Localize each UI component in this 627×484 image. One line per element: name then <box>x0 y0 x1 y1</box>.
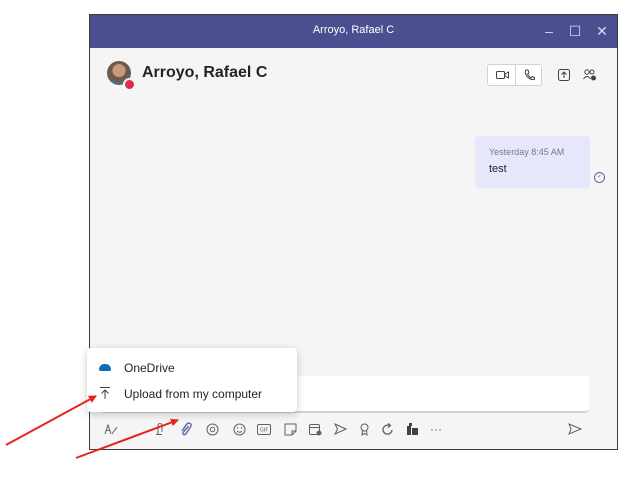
annotation-arrow-upload <box>5 395 97 446</box>
annotation-arrows <box>5 395 179 459</box>
annotation-arrow-attach <box>75 418 179 459</box>
